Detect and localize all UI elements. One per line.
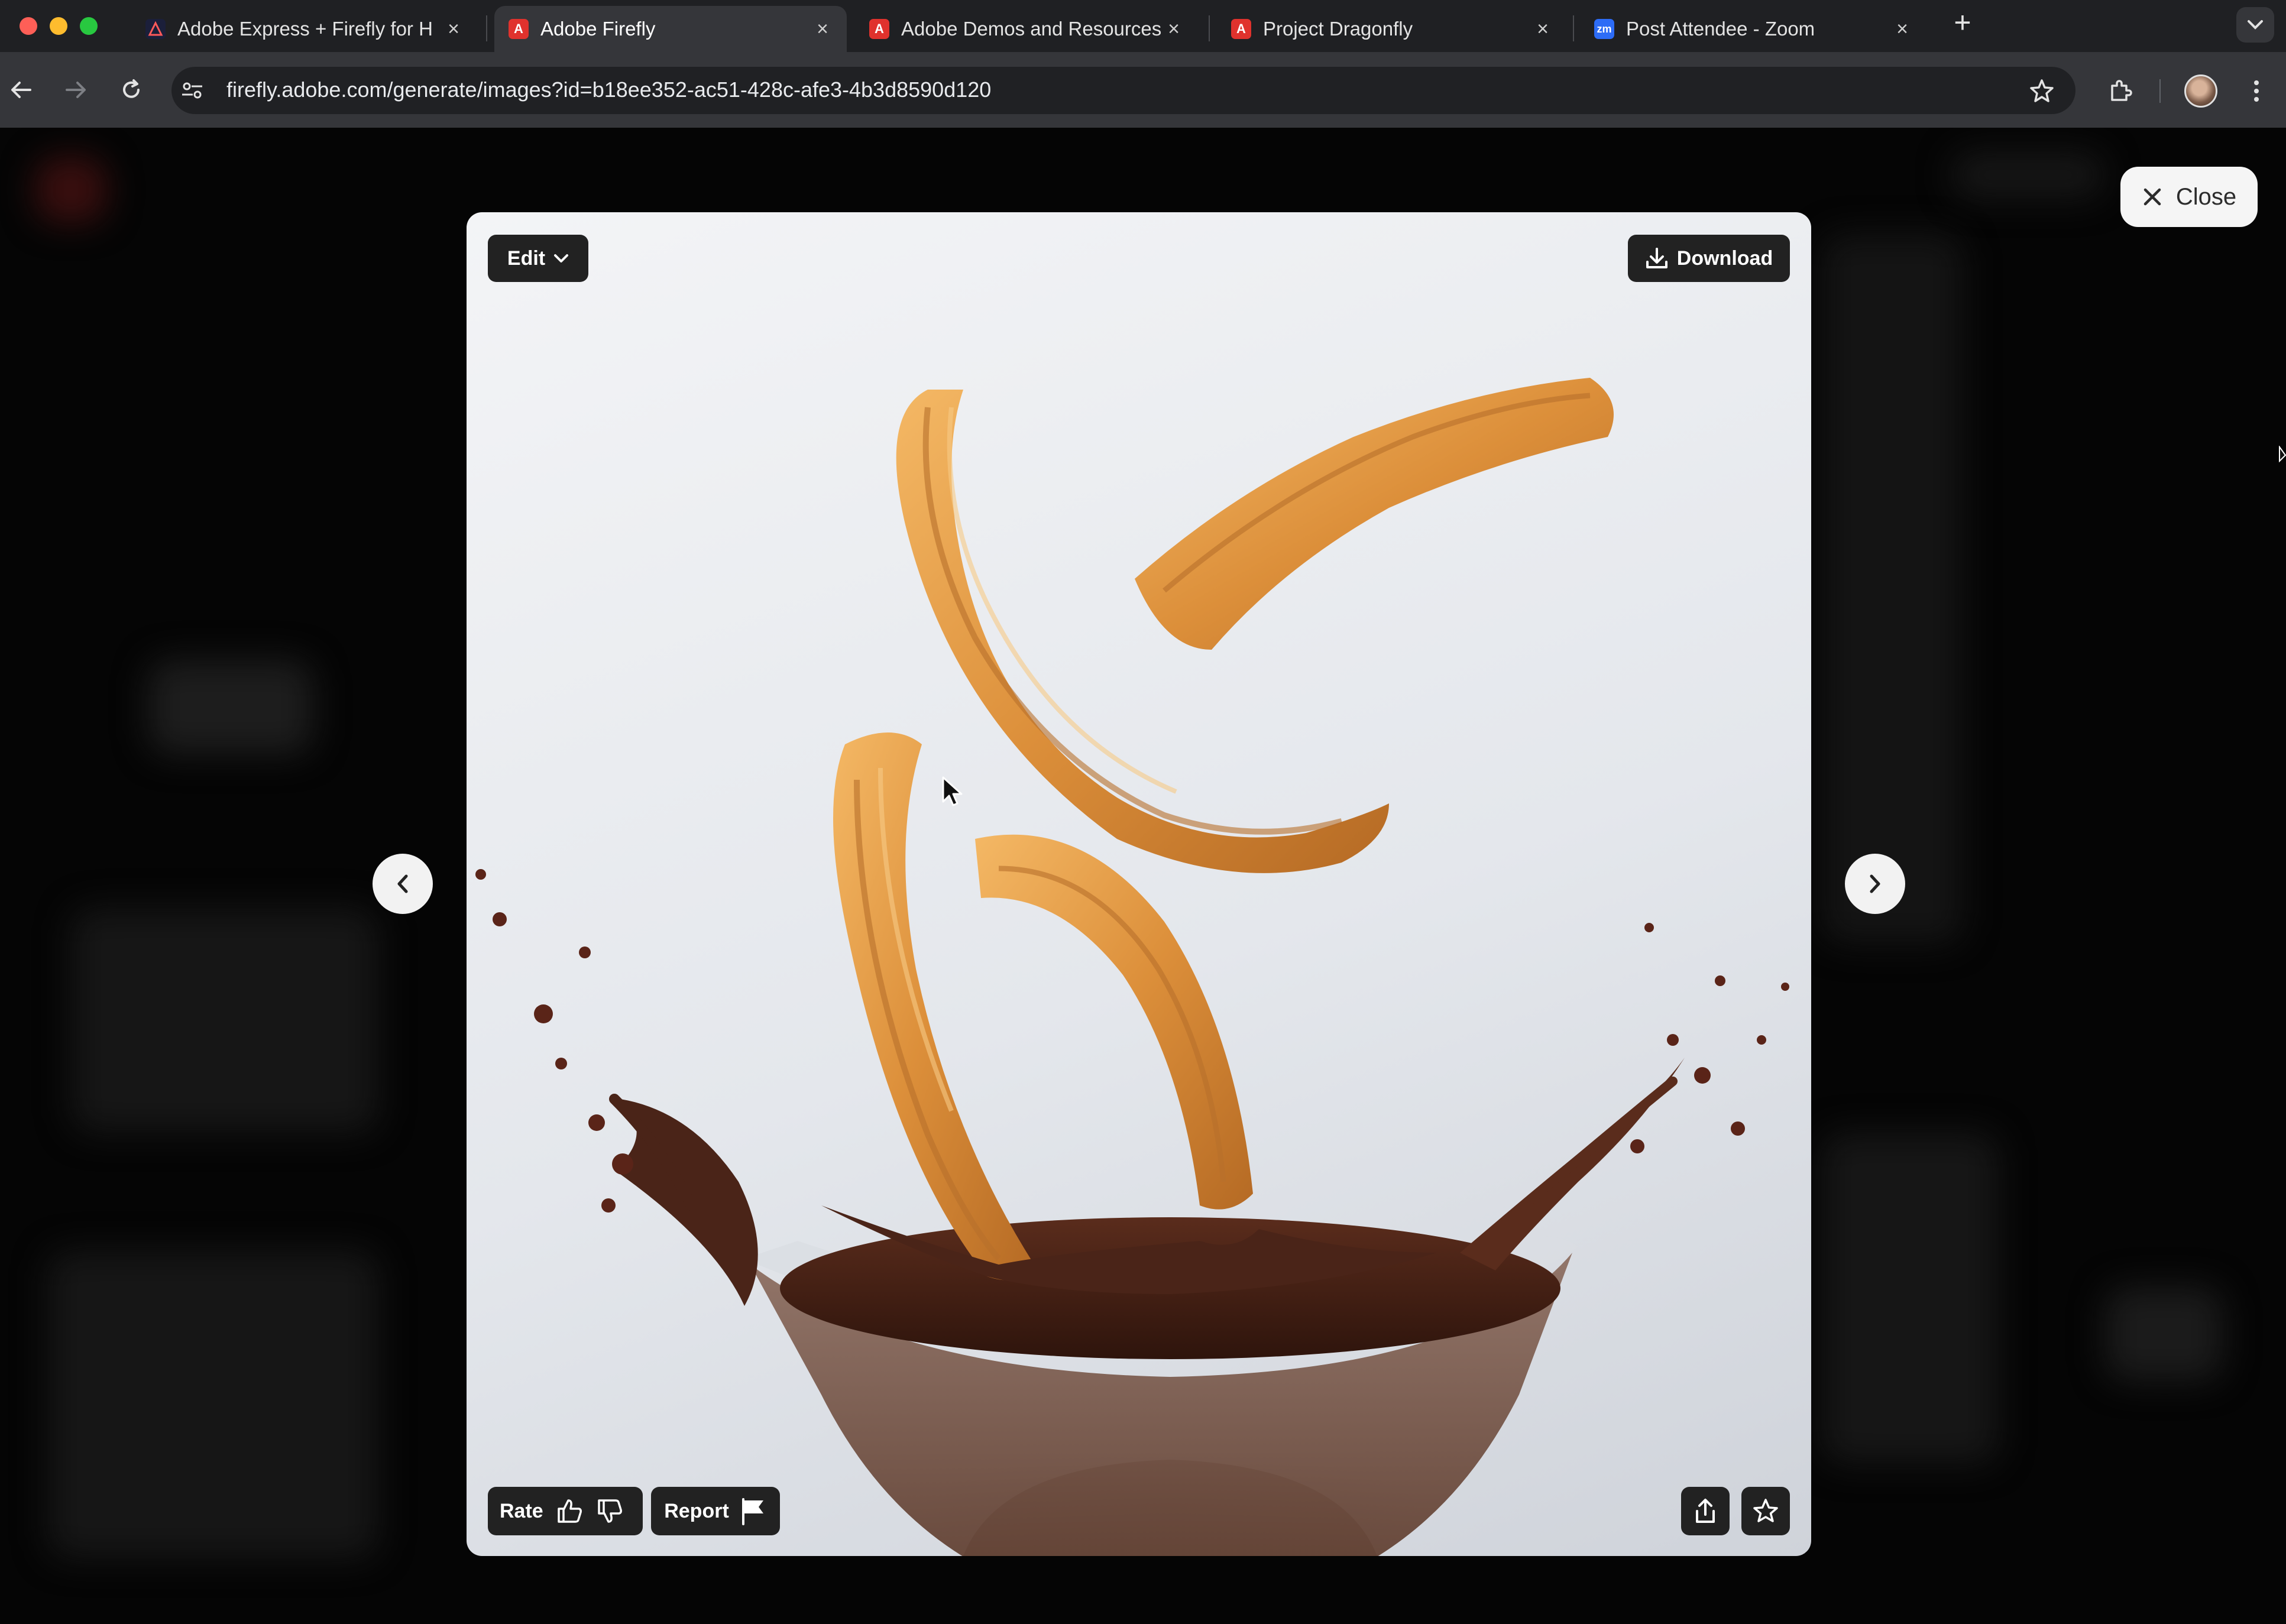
close-label: Close (2175, 183, 2237, 210)
adobe-icon: A (509, 19, 529, 39)
browser-tab-strip: Adobe Express + Firefly for H × A Adobe … (0, 0, 2286, 52)
reload-icon (123, 79, 140, 98)
edit-dropdown-button[interactable]: Edit (488, 235, 588, 282)
chevron-down-icon (2248, 20, 2263, 30)
star-icon (1753, 1499, 1778, 1522)
window-minimize-dot[interactable] (50, 17, 67, 35)
reload-button[interactable] (115, 73, 148, 106)
blurred-page-element (47, 1251, 378, 1558)
close-button[interactable]: Close (2120, 167, 2258, 227)
adobe-icon: A (1231, 19, 1251, 39)
new-tab-button[interactable]: + (1950, 8, 1975, 37)
tab-adobe-express[interactable]: Adobe Express + Firefly for H × (131, 6, 478, 52)
favorite-button[interactable] (1741, 1487, 1790, 1535)
chevron-left-icon (397, 874, 408, 893)
screen: Adobe Express + Firefly for H × A Adobe … (0, 0, 2286, 1624)
flag-icon (742, 1498, 763, 1525)
window-close-dot[interactable] (20, 17, 37, 35)
tab-title: Post Attendee - Zoom (1626, 18, 1815, 40)
thumbs-down-icon[interactable] (595, 1497, 624, 1525)
mouse-pointer-icon (2279, 446, 2286, 463)
thumbs-up-icon[interactable] (555, 1497, 584, 1525)
image-viewer: Edit Download Rate Report (467, 212, 1811, 1556)
blurred-page-element (35, 157, 106, 222)
chevron-down-icon (554, 254, 569, 262)
share-icon (1696, 1499, 1715, 1523)
tab-title: Adobe Express + Firefly for H (177, 18, 433, 40)
arrow-left-icon (11, 82, 31, 98)
forward-button[interactable] (59, 73, 92, 106)
close-icon[interactable]: × (1533, 18, 1553, 40)
blurred-page-element (1821, 234, 1963, 944)
report-button[interactable]: Report (651, 1487, 780, 1535)
close-icon[interactable]: × (443, 18, 464, 40)
tab-title: Adobe Demos and Resources (901, 18, 1162, 40)
rate-controls: Rate (488, 1487, 643, 1535)
download-button[interactable]: Download (1628, 235, 1790, 282)
edit-label: Edit (507, 247, 546, 270)
download-label: Download (1676, 247, 1773, 270)
close-icon[interactable]: × (1892, 18, 1912, 40)
tab-project-dragonfly[interactable]: A Project Dragonfly × (1217, 6, 1567, 52)
generated-image (475, 378, 1789, 1556)
tab-divider (486, 15, 487, 41)
bookmark-star-icon[interactable] (2025, 74, 2058, 108)
mouse-pointer-icon (942, 776, 963, 806)
close-icon[interactable]: × (812, 18, 833, 40)
blurred-page-element (1821, 1133, 1999, 1464)
adobe-icon: A (869, 19, 889, 39)
adobe-express-icon (145, 19, 166, 39)
previous-image-button[interactable] (373, 854, 433, 914)
tab-adobe-firefly[interactable]: A Adobe Firefly × (494, 6, 847, 52)
kebab-menu-icon[interactable] (2245, 73, 2268, 109)
extensions-puzzle-icon[interactable] (2103, 73, 2138, 108)
close-icon (2143, 188, 2161, 206)
blurred-page-element (148, 660, 313, 754)
tab-adobe-demos[interactable]: A Adobe Demos and Resources × (855, 6, 1198, 52)
tab-search-button[interactable] (2236, 7, 2274, 43)
next-image-button[interactable] (1845, 854, 1905, 914)
tab-divider (1573, 15, 1574, 41)
url-text[interactable]: firefly.adobe.com/generate/images?id=b18… (226, 77, 991, 102)
tab-post-attendee-zoom[interactable]: zm Post Attendee - Zoom × (1580, 6, 1926, 52)
zoom-icon: zm (1594, 19, 1614, 39)
blurred-page-element (2105, 1286, 2223, 1381)
chevron-right-icon (1870, 874, 1880, 893)
back-button[interactable] (5, 73, 38, 106)
rate-label: Rate (500, 1499, 543, 1522)
tab-title: Adobe Firefly (540, 18, 656, 40)
tab-title: Project Dragonfly (1263, 18, 1413, 40)
share-button[interactable] (1681, 1487, 1730, 1535)
blurred-page-element (1951, 151, 2105, 199)
arrow-right-icon (66, 82, 86, 98)
report-label: Report (664, 1499, 729, 1522)
profile-avatar[interactable] (2184, 74, 2217, 108)
tab-divider (1209, 15, 1210, 41)
window-zoom-dot[interactable] (80, 17, 98, 35)
blurred-page-element (71, 908, 378, 1133)
close-icon[interactable]: × (1164, 18, 1184, 40)
download-icon (1646, 248, 1667, 268)
toolbar-divider (2159, 79, 2161, 103)
site-info-icon[interactable] (177, 76, 207, 105)
